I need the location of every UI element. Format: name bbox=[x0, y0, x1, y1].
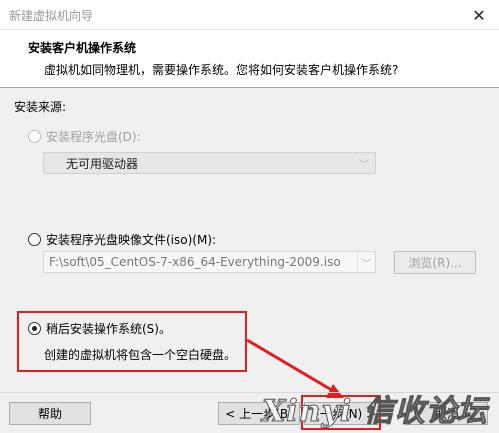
help-button[interactable]: 帮助 bbox=[9, 402, 91, 425]
watermark: Xinyi 信收论坛 bbox=[262, 394, 488, 430]
annotation-arrow-icon bbox=[246, 338, 344, 398]
